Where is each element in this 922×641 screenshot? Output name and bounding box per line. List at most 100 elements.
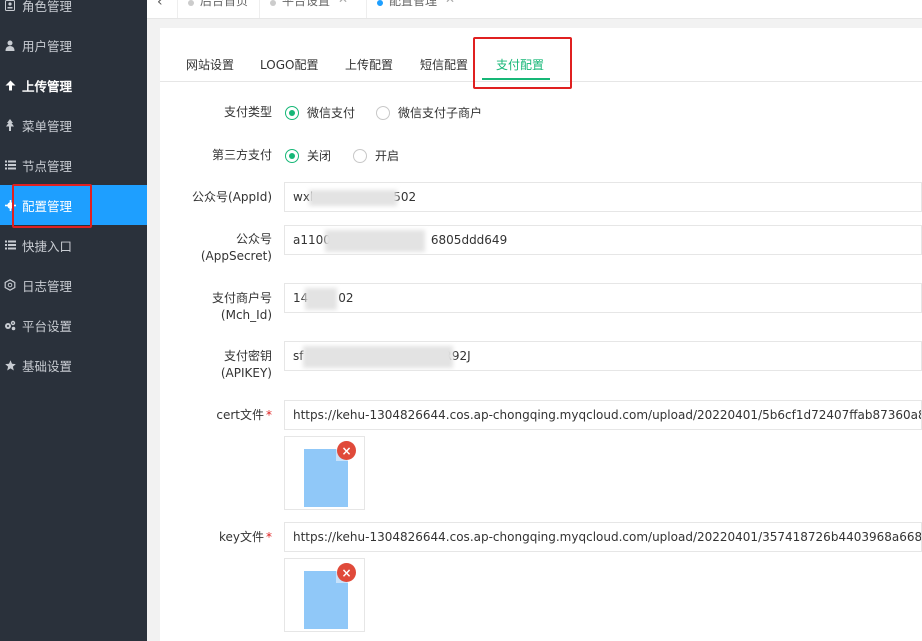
cert-file-preview: × — [284, 436, 365, 510]
close-icon[interactable]: ✕ — [338, 0, 348, 6]
user-icon — [4, 39, 16, 51]
label-line: (APIKEY) — [220, 366, 272, 380]
radio-unchecked-icon — [353, 148, 367, 163]
label-line: (Mch_Id) — [220, 308, 272, 322]
star-icon — [4, 359, 16, 371]
label-line: 支付商户号 — [211, 291, 272, 305]
redaction-mask — [309, 190, 397, 206]
delete-file-button[interactable]: × — [337, 563, 356, 582]
list-icon — [4, 159, 16, 171]
apikey-field[interactable]: sf R92J — [284, 341, 922, 371]
required-mark: * — [266, 408, 272, 422]
sidebar-item-nodes[interactable]: 节点管理 — [0, 145, 147, 185]
third-party-label: 第三方支付 — [211, 148, 272, 162]
chevron-left-icon[interactable]: ‹ — [157, 0, 163, 10]
sidebar-item-label: 配置管理 — [22, 198, 73, 214]
upload-icon — [4, 79, 16, 91]
appsecret-field[interactable]: a1100 6805ddd649 — [284, 225, 922, 255]
redaction-mask — [305, 288, 337, 310]
field-value-start: sf — [293, 349, 304, 363]
sidebar: 角色管理 用户管理 上传管理 菜单管理 节点管理 配置管理 快捷入口 日志管理 … — [0, 0, 147, 641]
page-tabs-bar: ‹ 后台首页 平台设置 ✕ 配置管理 ✕ — [147, 0, 922, 19]
radio-label: 微信支付 — [307, 106, 356, 120]
radio-wechat-pay[interactable]: 微信支付 — [285, 104, 355, 121]
config-tabs: 网站设置 LOGO配置 上传配置 短信配置 支付配置 — [160, 28, 922, 82]
hexagon-icon — [4, 279, 16, 291]
sidebar-item-label: 上传管理 — [22, 78, 73, 94]
delete-file-button[interactable]: × — [337, 441, 356, 460]
radio-label: 关闭 — [307, 149, 332, 163]
redaction-mask — [303, 346, 453, 368]
appid-field[interactable]: wxl 502 — [284, 182, 922, 212]
key-file-preview: × — [284, 558, 365, 632]
sidebar-item-label: 平台设置 — [22, 318, 73, 334]
dot-icon — [270, 0, 276, 6]
mch-id-label: 支付商户号 (Mch_Id) — [160, 290, 272, 324]
sidebar-item-upload[interactable]: 上传管理 — [0, 65, 147, 105]
radio-label: 开启 — [375, 149, 400, 163]
sidebar-item-config[interactable]: 配置管理 — [0, 185, 147, 225]
dot-icon — [377, 0, 383, 6]
label-line: 支付密钥 — [223, 349, 272, 363]
gear-icon — [4, 199, 16, 211]
required-mark: * — [266, 530, 272, 544]
radio-label: 微信支付子商户 — [398, 106, 483, 120]
sidebar-item-menu[interactable]: 菜单管理 — [0, 105, 147, 145]
sidebar-item-label: 日志管理 — [22, 278, 73, 294]
close-icon[interactable]: ✕ — [445, 0, 455, 6]
page-tab-label: 配置管理 — [389, 0, 438, 8]
appid-label: 公众号(AppId) — [192, 190, 272, 204]
label-line: (AppSecret) — [200, 249, 272, 263]
sidebar-item-basic[interactable]: 基础设置 — [0, 345, 147, 385]
tree-icon — [4, 119, 16, 131]
gears-icon — [4, 319, 16, 331]
page-tab-label: 后台首页 — [200, 0, 249, 8]
tab-site[interactable]: 网站设置 — [186, 56, 234, 73]
radio-checked-icon — [285, 148, 299, 163]
tab-payment[interactable]: 支付配置 — [496, 56, 544, 73]
sidebar-item-label: 节点管理 — [22, 158, 73, 174]
field-value: https://kehu-1304826644.cos.ap-chongqing… — [293, 530, 922, 544]
config-card: 网站设置 LOGO配置 上传配置 短信配置 支付配置 支付类型 微信支付 微信支… — [160, 28, 922, 641]
field-value-end: 02 — [338, 291, 354, 305]
key-label: key文件 * — [160, 529, 272, 546]
field-value: https://kehu-1304826644.cos.ap-chongqing… — [293, 408, 921, 422]
page-tab-label: 平台设置 — [282, 0, 331, 8]
page-tab-home[interactable]: 后台首页 — [177, 0, 258, 18]
sidebar-item-label: 快捷入口 — [22, 238, 73, 254]
radio-unchecked-icon — [376, 105, 390, 120]
mch-id-field[interactable]: 14 02 — [284, 283, 922, 313]
page-tab-platform[interactable]: 平台设置 ✕ — [259, 0, 360, 18]
tab-underline — [482, 78, 550, 80]
apikey-label: 支付密钥 (APIKEY) — [160, 348, 272, 382]
cert-file-field[interactable]: https://kehu-1304826644.cos.ap-chongqing… — [284, 400, 922, 430]
list-icon — [4, 239, 16, 251]
radio-wechat-sub-merchant[interactable]: 微信支付子商户 — [376, 104, 482, 121]
dot-icon — [188, 0, 194, 6]
sidebar-item-shortcuts[interactable]: 快捷入口 — [0, 225, 147, 265]
sidebar-item-label: 基础设置 — [22, 358, 73, 374]
radio-on[interactable]: 开启 — [353, 147, 399, 164]
sidebar-item-label: 角色管理 — [22, 0, 73, 14]
page-tab-config[interactable]: 配置管理 ✕ — [366, 0, 472, 18]
appsecret-label: 公众号 (AppSecret) — [160, 231, 272, 265]
label-line: 公众号 — [235, 232, 272, 246]
key-label-text: key文件 — [218, 530, 264, 544]
cert-label-text: cert文件 — [216, 408, 264, 422]
tab-sms[interactable]: 短信配置 — [420, 56, 468, 73]
id-card-icon — [4, 0, 16, 11]
cert-label: cert文件 * — [160, 407, 272, 424]
tab-upload[interactable]: 上传配置 — [345, 56, 393, 73]
sidebar-item-label: 菜单管理 — [22, 118, 73, 134]
pay-type-label: 支付类型 — [223, 105, 272, 119]
redaction-mask — [325, 230, 425, 252]
sidebar-item-label: 用户管理 — [22, 38, 73, 54]
sidebar-item-roles[interactable]: 角色管理 — [0, 0, 147, 25]
sidebar-item-platform[interactable]: 平台设置 — [0, 305, 147, 345]
radio-checked-icon — [285, 105, 299, 120]
tab-logo[interactable]: LOGO配置 — [260, 56, 318, 73]
key-file-field[interactable]: https://kehu-1304826644.cos.ap-chongqing… — [284, 522, 922, 552]
sidebar-item-users[interactable]: 用户管理 — [0, 25, 147, 65]
radio-off[interactable]: 关闭 — [285, 147, 331, 164]
sidebar-item-logs[interactable]: 日志管理 — [0, 265, 147, 305]
